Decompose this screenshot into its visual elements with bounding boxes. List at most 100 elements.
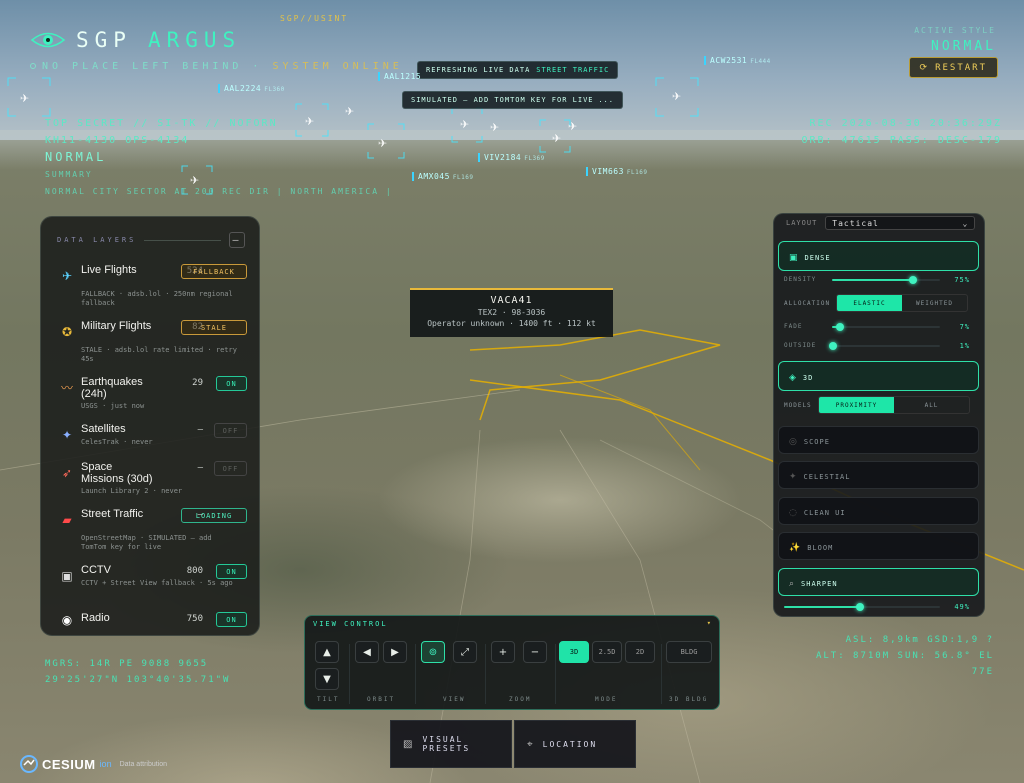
celestial-toggle[interactable]: ✦ CELESTIAL — [778, 461, 979, 489]
allocation-option-elastic[interactable]: ELASTIC — [837, 295, 902, 311]
tooltip-title: VACA41 — [490, 295, 533, 306]
cesium-logo[interactable]: CESIUM ion Data attribution — [20, 755, 167, 773]
outside-knob[interactable] — [829, 342, 838, 350]
bldg-button[interactable]: BLDG — [666, 641, 712, 663]
data-layers-panel: DATA LAYERS — ✈ Live Flights 524 FALLBAC… — [40, 216, 260, 636]
plus-icon: + — [498, 646, 508, 658]
layer-space-missions[interactable]: ➶ Space Missions (30d) — OFF Launch Libr… — [57, 461, 247, 501]
fade-track[interactable] — [832, 323, 940, 331]
layout-select[interactable]: Tactical ⌄ — [825, 216, 976, 230]
fade-slider[interactable]: FADE 7% — [784, 323, 974, 331]
layer-status-toggle[interactable]: ON — [216, 376, 247, 391]
layer-satellites[interactable]: ✦ Satellites — OFF CelesTrak · never — [57, 423, 247, 457]
flight-label[interactable]: AAL1215 — [378, 72, 424, 81]
star-icon: ✦ — [789, 472, 798, 482]
flight-label[interactable]: ACW2531 FL444 — [704, 56, 771, 65]
flight-callsign: VIM663 — [592, 167, 624, 176]
layer-status-toggle[interactable]: ON — [216, 612, 247, 627]
layer-status-toggle[interactable]: OFF — [214, 461, 247, 476]
divider — [485, 644, 486, 704]
flight-label[interactable]: VIV2184 FL369 — [478, 153, 545, 162]
bloom-toggle[interactable]: ✨ BLOOM — [778, 532, 979, 560]
render-settings-panel: LAYOUT Tactical ⌄ ▣ DENSE DENSITY 75% ALL… — [773, 213, 985, 617]
flight-label[interactable]: AMX045 FL169 — [412, 172, 473, 181]
layer-status-toggle[interactable]: OFF — [214, 423, 247, 438]
image-icon: ▨ — [403, 738, 415, 750]
active-style-label: ACTIVE STYLE — [914, 26, 996, 35]
location-button[interactable]: ⌖ LOCATION — [514, 720, 636, 768]
visual-presets-button[interactable]: ▨ VISUAL PRESETS — [390, 720, 512, 768]
fade-value: 7% — [959, 323, 970, 331]
outside-slider[interactable]: OUTSIDE 1% — [784, 342, 974, 350]
models-option-all[interactable]: ALL — [894, 397, 969, 413]
layer-status-toggle[interactable]: LOADING — [181, 508, 247, 523]
hud-bottom-left: MGRS: 14R PE 9088 9655 29°25'27"N 103°40… — [45, 656, 230, 688]
density-slider[interactable]: DENSITY 75% — [784, 276, 974, 284]
fade-knob[interactable] — [835, 323, 844, 331]
divider — [144, 239, 221, 241]
layer-live-flights[interactable]: ✈ Live Flights 524 FALLBACK FALLBACK · a… — [57, 264, 247, 308]
density-knob[interactable] — [909, 276, 917, 284]
fade-label: FADE — [784, 323, 803, 330]
triangle-up-icon: ▲ — [323, 646, 331, 658]
tilt-up-button[interactable]: ▲ — [315, 641, 339, 663]
dense-toggle[interactable]: ▣ DENSE — [778, 241, 979, 271]
density-track[interactable] — [832, 276, 940, 284]
sharpen-knob[interactable] — [856, 603, 865, 611]
collapse-button[interactable]: — — [229, 232, 245, 248]
view-expand-button[interactable]: ⤢ — [453, 641, 477, 663]
sharpen-track[interactable] — [784, 603, 940, 611]
layer-count: 29 — [192, 378, 203, 388]
aircraft-icon: ✈ — [460, 118, 469, 131]
layer-status-toggle[interactable]: STALE — [181, 320, 247, 335]
sharpen-toggle[interactable]: ⌕ SHARPEN — [778, 568, 979, 596]
mode-2d-button[interactable]: 2D — [625, 641, 655, 663]
tagline-text: NO PLACE LEFT BEHIND · — [42, 61, 263, 72]
layout-value: Tactical — [832, 218, 879, 228]
aircraft-icon: ✈ — [20, 92, 29, 105]
system-status: SYSTEM ONLINE — [272, 61, 403, 72]
layer-radio[interactable]: ◉ Radio 750 ON — [57, 612, 247, 632]
restart-button[interactable]: ⟳ RESTART — [908, 57, 998, 78]
flight-label[interactable]: AAL2224 FL360 — [218, 84, 285, 93]
allocation-option-weighted[interactable]: WEIGHTED — [902, 295, 967, 311]
flight-label[interactable]: VIM663 FL169 — [586, 167, 647, 176]
models-option-proximity[interactable]: PROXIMITY — [819, 397, 894, 413]
divider — [415, 644, 416, 704]
data-attribution-link[interactable]: Data attribution — [120, 761, 167, 768]
view-orbit-button[interactable]: ⊚ — [421, 641, 445, 663]
tilt-down-button[interactable]: ▼ — [315, 668, 339, 690]
mode-3d-button[interactable]: 3D — [559, 641, 589, 663]
refresh-icon: ⟳ — [919, 62, 930, 73]
scope-toggle[interactable]: ◎ SCOPE — [778, 426, 979, 454]
layer-street-traffic[interactable]: ▰ Street Traffic — LOADING OpenStreetMap… — [57, 508, 247, 554]
brand-secondary: ARGUS — [147, 28, 242, 52]
outside-track[interactable] — [829, 342, 940, 350]
view-control-panel: VIEW CONTROL ▾ ▲ ▼ TILT ◀ ▶ ORBIT ⊚ ⤢ VI… — [304, 615, 720, 710]
eye-off-icon: ◌ — [789, 508, 798, 518]
zoom-out-button[interactable]: − — [523, 641, 547, 663]
scope-text: SCOPE — [803, 438, 830, 446]
layer-status-toggle[interactable]: ON — [216, 564, 247, 579]
layer-status-toggle[interactable]: FALLBACK — [181, 264, 247, 279]
layer-military-flights[interactable]: ✪ Military Flights 82 STALE STALE · adsb… — [57, 320, 247, 364]
layer-name: Live Flights — [81, 264, 137, 276]
layer-earthquakes[interactable]: 〰 Earthquakes (24h) 29 ON USGS · just no… — [57, 376, 247, 416]
zoom-in-button[interactable]: + — [491, 641, 515, 663]
collapse-caret-icon[interactable]: ▾ — [707, 619, 711, 627]
car-icon: ▰ — [62, 513, 72, 527]
layer-cctv[interactable]: ▣ CCTV 800 ON CCTV + Street View fallbac… — [57, 564, 247, 600]
airplane-icon: ✈ — [61, 269, 73, 283]
triangle-right-icon: ▶ — [391, 646, 399, 658]
orbit-right-button[interactable]: ▶ — [383, 641, 407, 663]
active-style: ACTIVE STYLE NORMAL — [914, 26, 996, 54]
clean-ui-toggle[interactable]: ◌ CLEAN UI — [778, 497, 979, 525]
tooltip-registration: TEX2 · 98-3036 — [477, 308, 546, 317]
orbit-left-button[interactable]: ◀ — [355, 641, 379, 663]
threed-toggle[interactable]: ◈ 3D — [778, 361, 979, 391]
allocation-toggle[interactable]: ELASTIC WEIGHTED — [836, 294, 968, 312]
layer-source: STALE · adsb.lol rate limited · retry 45… — [81, 346, 237, 363]
density-label: DENSITY — [784, 276, 817, 283]
models-toggle[interactable]: PROXIMITY ALL — [818, 396, 970, 414]
mode-2-5d-button[interactable]: 2.5D — [592, 641, 622, 663]
